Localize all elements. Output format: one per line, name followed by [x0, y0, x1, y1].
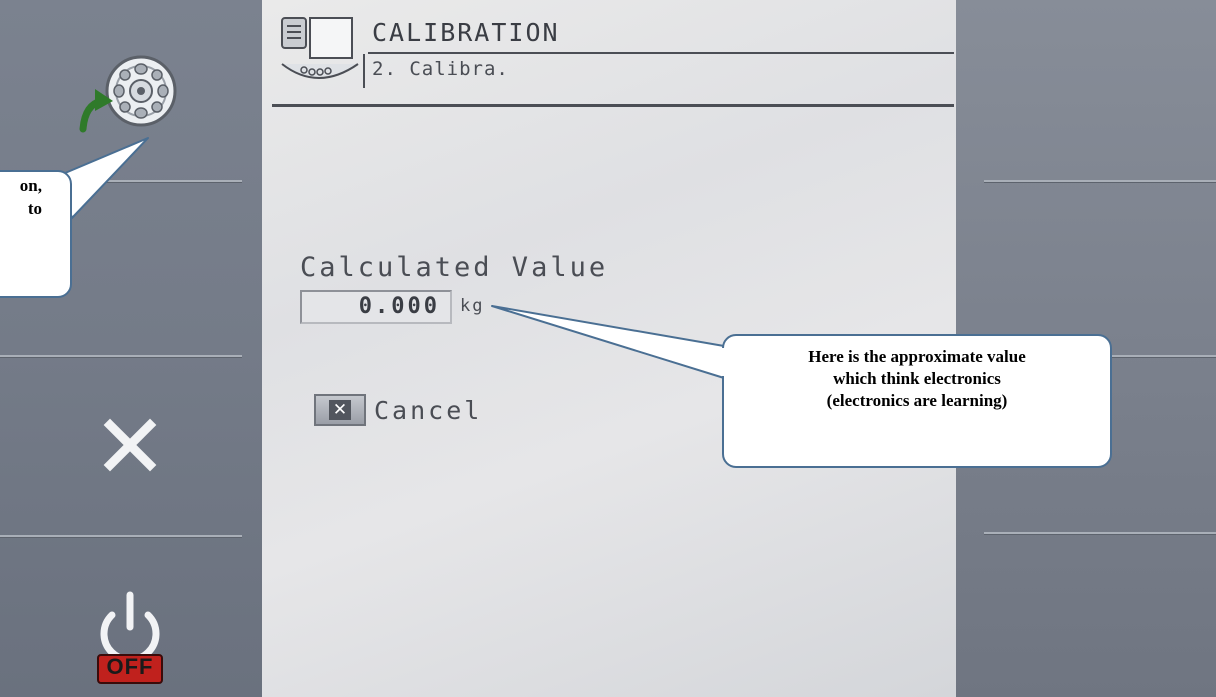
close-x-icon — [103, 418, 157, 472]
cancel-softkey[interactable] — [80, 405, 180, 485]
calculated-value-field: 0.000 — [300, 290, 452, 324]
title-underline — [368, 52, 954, 54]
calculated-value: 0.000 — [358, 294, 440, 319]
value-unit: kg — [460, 296, 485, 316]
power-off-softkey[interactable]: OFF — [75, 585, 185, 685]
cancel-label[interactable]: Cancel — [374, 396, 482, 425]
divider — [0, 355, 242, 357]
left-annotation-callout: on, to — [0, 170, 72, 298]
callout-left-line2: to — [27, 199, 42, 218]
page-title: CALIBRATION — [372, 18, 560, 47]
callout-left-line1: on, — [19, 176, 42, 195]
page-subtitle: 2. Calibra. — [372, 58, 509, 80]
cancel-x-icon: ✕ — [329, 400, 351, 420]
left-softkey-panel: OFF — [0, 0, 262, 697]
callout-right-line2: which think electronics — [833, 369, 1001, 388]
header-divider — [272, 104, 954, 107]
callout-right-line1: Here is the approximate value — [808, 347, 1026, 366]
callout-right-line3: (electronics are learning) — [826, 391, 1008, 410]
wheel-calibration-softkey[interactable] — [60, 40, 200, 150]
divider — [984, 532, 1216, 534]
calibration-scale-icon — [278, 14, 368, 98]
calculated-value-label: Calculated Value — [300, 252, 609, 283]
value-annotation-callout: Here is the approximate value which thin… — [722, 334, 1112, 468]
off-label: OFF — [106, 654, 154, 679]
cancel-button[interactable]: ✕ — [314, 394, 366, 426]
divider — [984, 180, 1216, 182]
divider — [0, 535, 242, 537]
wheel-with-arrow-icon — [79, 55, 177, 133]
